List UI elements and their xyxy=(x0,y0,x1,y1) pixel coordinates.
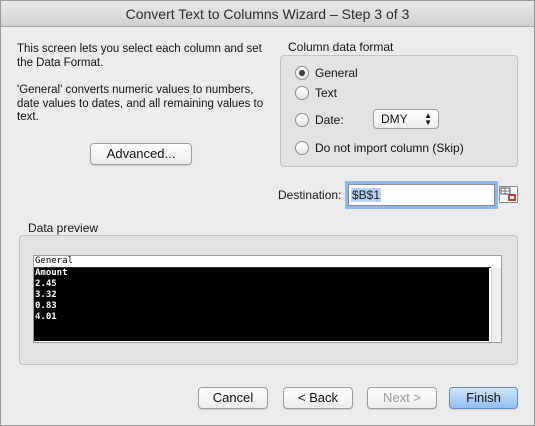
radio-icon[interactable] xyxy=(295,141,309,155)
radio-text-label: Text xyxy=(315,86,338,100)
radio-text[interactable]: Text xyxy=(295,85,337,101)
instructions-line-1: This screen lets you select each column … xyxy=(17,43,262,69)
radio-icon[interactable] xyxy=(295,113,309,127)
radio-general[interactable]: General xyxy=(295,65,358,81)
preview-row: 0.83 xyxy=(35,301,57,311)
range-select-button[interactable] xyxy=(499,186,518,203)
preview-row: Amount xyxy=(35,268,68,278)
destination-value: $B$1 xyxy=(351,188,382,202)
preview-scrollbar[interactable] xyxy=(491,268,501,341)
next-button[interactable]: Next > xyxy=(367,387,437,409)
range-select-icon xyxy=(500,187,516,201)
wizard-window: Convert Text to Columns Wizard – Step 3 … xyxy=(0,0,535,426)
preview-row: 4.01 xyxy=(35,312,57,322)
radio-general-label: General xyxy=(315,66,358,80)
window-title: Convert Text to Columns Wizard – Step 3 … xyxy=(1,1,534,27)
back-button[interactable]: < Back xyxy=(283,387,353,409)
radio-icon[interactable] xyxy=(295,86,309,100)
up-down-chevron-icon: ▲ ▼ xyxy=(424,111,432,127)
radio-date-label: Date: xyxy=(315,113,344,127)
radio-date[interactable]: Date: DMY ▲ ▼ xyxy=(295,109,455,129)
date-format-select[interactable]: DMY ▲ ▼ xyxy=(373,109,439,129)
preview-row: 2.45 xyxy=(35,279,57,289)
data-preview-label: Data preview xyxy=(28,221,99,235)
preview-column-header[interactable]: General xyxy=(34,256,491,268)
instructions-line-2: 'General' converts numeric values to num… xyxy=(17,84,264,123)
date-format-value: DMY xyxy=(381,112,408,126)
destination-label: Destination: xyxy=(278,188,342,202)
destination-field[interactable]: $B$1 xyxy=(348,184,495,206)
preview-column-selected[interactable]: Amount 2.45 3.32 0.83 4.01 xyxy=(34,268,489,341)
data-preview-grid[interactable]: General Amount 2.45 3.32 0.83 4.01 xyxy=(33,255,502,343)
radio-skip[interactable]: Do not import column (Skip) xyxy=(295,140,464,156)
radio-skip-label: Do not import column (Skip) xyxy=(315,141,464,155)
cancel-button[interactable]: Cancel xyxy=(198,387,268,409)
instructions: This screen lets you select each column … xyxy=(17,43,267,139)
column-format-label: Column data format xyxy=(288,40,394,54)
radio-checked-icon[interactable] xyxy=(295,66,309,80)
advanced-button[interactable]: Advanced... xyxy=(90,143,192,165)
column-format-group: General Text Date: DMY ▲ ▼ Do not import … xyxy=(280,55,518,167)
preview-row: 3.32 xyxy=(35,290,57,300)
finish-button[interactable]: Finish xyxy=(449,387,518,409)
